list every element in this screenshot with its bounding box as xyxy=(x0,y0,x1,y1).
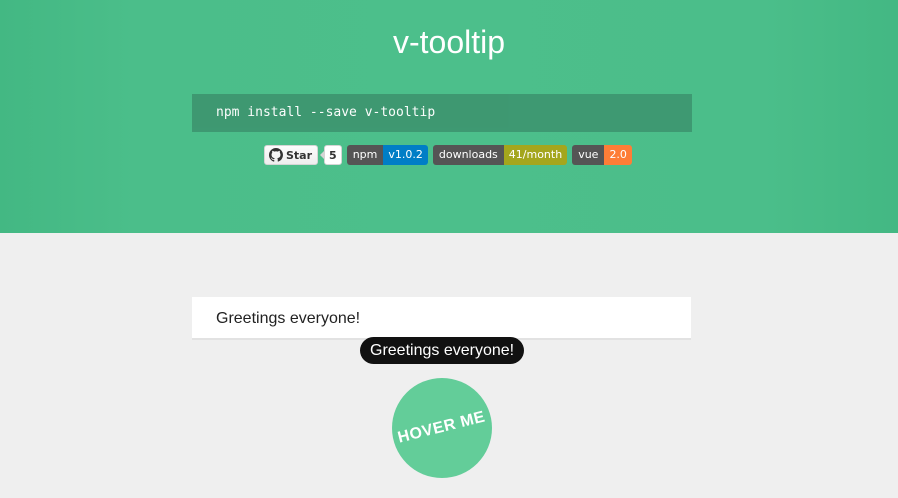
tooltip: Greetings everyone! xyxy=(360,337,525,364)
badge-row: Star 5 npm v1.0.2 downloads 41/month vue… xyxy=(264,145,632,165)
badge-label: downloads xyxy=(432,145,504,165)
page-title: v-tooltip xyxy=(392,24,506,60)
github-star-label: Star xyxy=(286,148,313,162)
badge-value: v1.0.2 xyxy=(383,145,428,165)
badge-value: 2.0 xyxy=(604,145,632,165)
downloads-badge[interactable]: downloads 41/month xyxy=(432,145,568,165)
hover-me-button[interactable]: HOVER ME xyxy=(392,378,492,478)
hero-banner: v-tooltip npm install --save v-tooltip S… xyxy=(0,0,898,233)
github-icon xyxy=(269,148,283,162)
npm-version-badge[interactable]: npm v1.0.2 xyxy=(346,145,428,165)
install-command: npm install --save v-tooltip xyxy=(192,94,692,132)
github-star-button[interactable]: Star xyxy=(264,145,319,165)
hover-me-label: HOVER ME xyxy=(396,408,488,447)
tooltip-text-input[interactable]: Greetings everyone! xyxy=(192,297,691,340)
badge-label: npm xyxy=(346,145,384,165)
vue-version-badge[interactable]: vue 2.0 xyxy=(572,145,632,165)
badge-value: 41/month xyxy=(503,145,568,165)
badge-label: vue xyxy=(572,145,605,165)
github-star-count[interactable]: 5 xyxy=(320,145,342,165)
